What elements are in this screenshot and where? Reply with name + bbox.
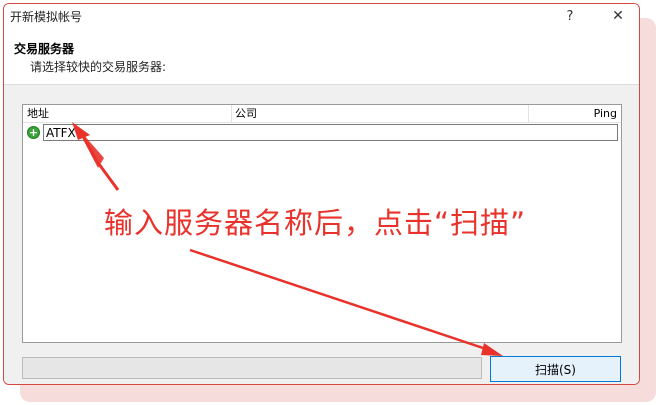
column-separator[interactable]: [231, 105, 232, 122]
page-subtitle: 请选择较快的交易服务器:: [30, 60, 167, 74]
add-server-icon: +: [27, 126, 40, 139]
column-header-company[interactable]: 公司: [235, 105, 257, 122]
close-icon[interactable]: ✕: [603, 5, 633, 27]
table-row[interactable]: +: [23, 123, 621, 143]
window-title: 开新模拟帐号: [10, 10, 83, 24]
column-separator[interactable]: [528, 105, 529, 122]
server-address-input[interactable]: [43, 124, 618, 141]
scan-progress-bar: [22, 357, 482, 379]
help-icon[interactable]: ?: [555, 5, 585, 27]
scan-button[interactable]: 扫描(S): [490, 356, 621, 382]
annotation-text: 输入服务器名称后，点击“扫描”: [104, 206, 527, 240]
wizard-header: 交易服务器 请选择较快的交易服务器:: [4, 28, 639, 85]
title-bar: 开新模拟帐号 ? ✕: [4, 4, 639, 28]
new-demo-account-dialog: 开新模拟帐号 ? ✕ 交易服务器 请选择较快的交易服务器: 地址 公司 Ping…: [3, 3, 640, 385]
column-header-ping[interactable]: Ping: [594, 105, 617, 122]
column-header-address[interactable]: 地址: [27, 105, 49, 122]
list-header: 地址 公司 Ping: [23, 105, 621, 123]
page-title: 交易服务器: [14, 42, 75, 56]
